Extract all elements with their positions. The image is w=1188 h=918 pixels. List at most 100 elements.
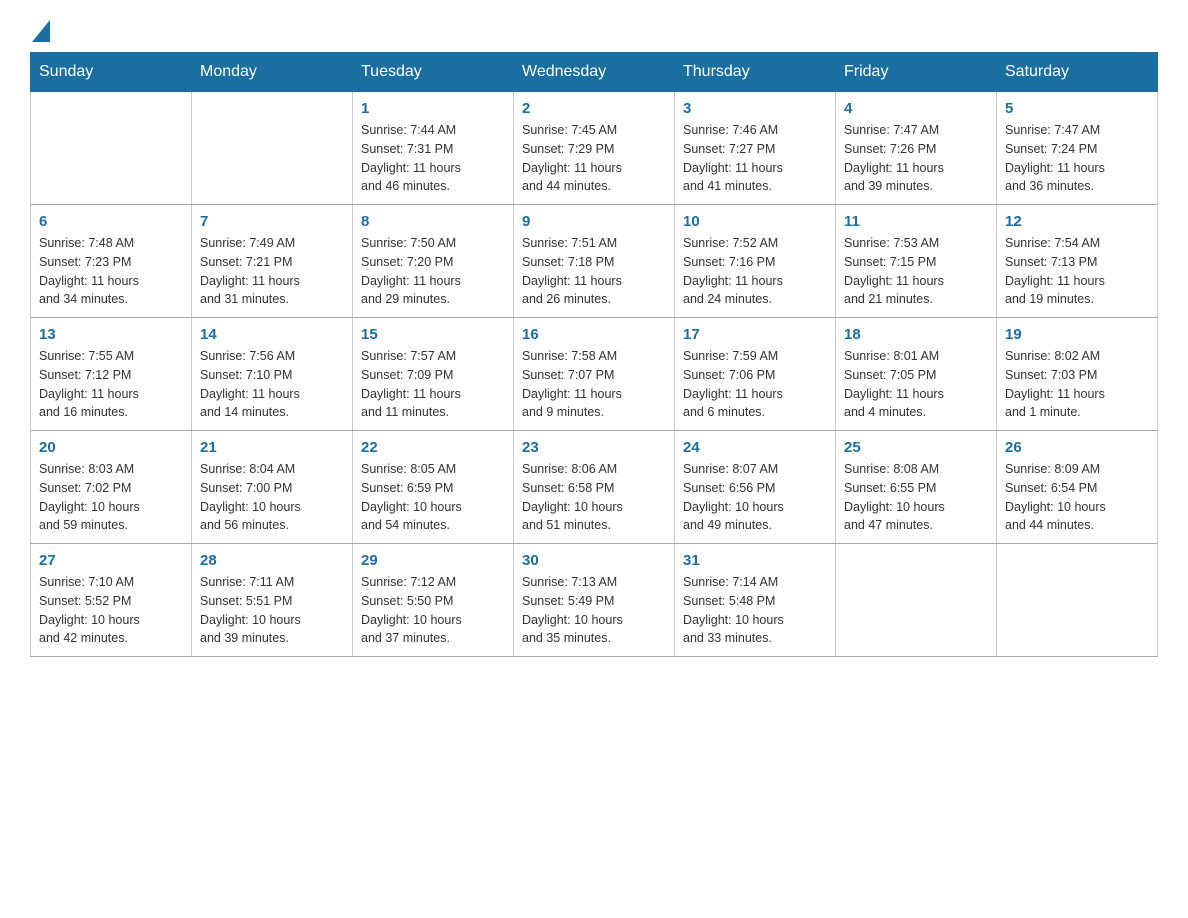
calendar-cell-w1-d0: 6 Sunrise: 7:48 AMSunset: 7:23 PMDaylight… xyxy=(31,205,192,318)
day-number: 28 xyxy=(200,552,344,569)
calendar-cell-w3-d3: 23 Sunrise: 8:06 AMSunset: 6:58 PMDayligh… xyxy=(514,431,675,544)
calendar-cell-w2-d2: 15Sunrise: 7:57 AMSunset: 7:09 PMDayligh… xyxy=(353,318,514,431)
calendar-row-1: 6 Sunrise: 7:48 AMSunset: 7:23 PMDaylight… xyxy=(31,205,1158,318)
logo xyxy=(30,20,52,42)
calendar-cell-w1-d2: 8 Sunrise: 7:50 AMSunset: 7:20 PMDaylight… xyxy=(353,205,514,318)
day-number: 9 xyxy=(522,213,666,230)
day-number: 1 xyxy=(361,100,505,117)
day-info: Sunrise: 7:44 AMSunset: 7:31 PMDaylight:… xyxy=(361,121,505,196)
calendar-cell-w2-d5: 18 Sunrise: 8:01 AMSunset: 7:05 PMDayligh… xyxy=(836,318,997,431)
day-number: 30 xyxy=(522,552,666,569)
day-number: 23 xyxy=(522,439,666,456)
calendar-cell-w0-d1 xyxy=(192,92,353,205)
day-number: 6 xyxy=(39,213,183,230)
day-number: 5 xyxy=(1005,100,1149,117)
day-info: Sunrise: 7:54 AMSunset: 7:13 PMDaylight:… xyxy=(1005,234,1149,309)
day-number: 4 xyxy=(844,100,988,117)
calendar-cell-w4-d6 xyxy=(997,544,1158,657)
day-number: 14 xyxy=(200,326,344,343)
header-saturday: Saturday xyxy=(997,53,1158,92)
calendar-cell-w4-d0: 27 Sunrise: 7:10 AMSunset: 5:52 PMDayligh… xyxy=(31,544,192,657)
page-header xyxy=(30,20,1158,42)
calendar-cell-w3-d4: 24 Sunrise: 8:07 AMSunset: 6:56 PMDayligh… xyxy=(675,431,836,544)
calendar-cell-w2-d6: 19 Sunrise: 8:02 AMSunset: 7:03 PMDayligh… xyxy=(997,318,1158,431)
day-info: Sunrise: 7:52 AMSunset: 7:16 PMDaylight:… xyxy=(683,234,827,309)
calendar-table: Sunday Monday Tuesday Wednesday Thursday… xyxy=(30,52,1158,657)
calendar-cell-w1-d3: 9 Sunrise: 7:51 AMSunset: 7:18 PMDaylight… xyxy=(514,205,675,318)
day-number: 11 xyxy=(844,213,988,230)
day-number: 29 xyxy=(361,552,505,569)
day-info: Sunrise: 8:01 AMSunset: 7:05 PMDaylight:… xyxy=(844,347,988,422)
day-info: Sunrise: 7:47 AMSunset: 7:24 PMDaylight:… xyxy=(1005,121,1149,196)
day-number: 16 xyxy=(522,326,666,343)
day-info: Sunrise: 8:03 AMSunset: 7:02 PMDaylight:… xyxy=(39,460,183,535)
day-info: Sunrise: 7:56 AMSunset: 7:10 PMDaylight:… xyxy=(200,347,344,422)
day-info: Sunrise: 8:04 AMSunset: 7:00 PMDaylight:… xyxy=(200,460,344,535)
calendar-cell-w1-d1: 7Sunrise: 7:49 AMSunset: 7:21 PMDaylight… xyxy=(192,205,353,318)
day-info: Sunrise: 7:58 AMSunset: 7:07 PMDaylight:… xyxy=(522,347,666,422)
day-number: 8 xyxy=(361,213,505,230)
day-info: Sunrise: 7:51 AMSunset: 7:18 PMDaylight:… xyxy=(522,234,666,309)
day-info: Sunrise: 7:46 AMSunset: 7:27 PMDaylight:… xyxy=(683,121,827,196)
calendar-cell-w2-d3: 16 Sunrise: 7:58 AMSunset: 7:07 PMDayligh… xyxy=(514,318,675,431)
day-info: Sunrise: 7:12 AMSunset: 5:50 PMDaylight:… xyxy=(361,573,505,648)
day-number: 31 xyxy=(683,552,827,569)
calendar-cell-w4-d3: 30Sunrise: 7:13 AMSunset: 5:49 PMDayligh… xyxy=(514,544,675,657)
day-info: Sunrise: 7:53 AMSunset: 7:15 PMDaylight:… xyxy=(844,234,988,309)
day-info: Sunrise: 7:48 AMSunset: 7:23 PMDaylight:… xyxy=(39,234,183,309)
calendar-row-3: 20Sunrise: 8:03 AMSunset: 7:02 PMDayligh… xyxy=(31,431,1158,544)
day-info: Sunrise: 7:14 AMSunset: 5:48 PMDaylight:… xyxy=(683,573,827,648)
day-info: Sunrise: 7:50 AMSunset: 7:20 PMDaylight:… xyxy=(361,234,505,309)
calendar-row-2: 13 Sunrise: 7:55 AMSunset: 7:12 PMDayligh… xyxy=(31,318,1158,431)
day-info: Sunrise: 7:11 AMSunset: 5:51 PMDaylight:… xyxy=(200,573,344,648)
day-info: Sunrise: 7:10 AMSunset: 5:52 PMDaylight:… xyxy=(39,573,183,648)
day-info: Sunrise: 8:02 AMSunset: 7:03 PMDaylight:… xyxy=(1005,347,1149,422)
header-thursday: Thursday xyxy=(675,53,836,92)
calendar-cell-w2-d4: 17Sunrise: 7:59 AMSunset: 7:06 PMDayligh… xyxy=(675,318,836,431)
calendar-cell-w0-d5: 4 Sunrise: 7:47 AMSunset: 7:26 PMDaylight… xyxy=(836,92,997,205)
header-tuesday: Tuesday xyxy=(353,53,514,92)
day-info: Sunrise: 8:08 AMSunset: 6:55 PMDaylight:… xyxy=(844,460,988,535)
calendar-cell-w4-d4: 31 Sunrise: 7:14 AMSunset: 5:48 PMDayligh… xyxy=(675,544,836,657)
day-number: 13 xyxy=(39,326,183,343)
day-number: 21 xyxy=(200,439,344,456)
calendar-cell-w1-d5: 11 Sunrise: 7:53 AMSunset: 7:15 PMDayligh… xyxy=(836,205,997,318)
day-info: Sunrise: 7:55 AMSunset: 7:12 PMDaylight:… xyxy=(39,347,183,422)
calendar-cell-w1-d6: 12 Sunrise: 7:54 AMSunset: 7:13 PMDayligh… xyxy=(997,205,1158,318)
calendar-cell-w0-d4: 3Sunrise: 7:46 AMSunset: 7:27 PMDaylight… xyxy=(675,92,836,205)
day-info: Sunrise: 7:59 AMSunset: 7:06 PMDaylight:… xyxy=(683,347,827,422)
calendar-cell-w3-d0: 20Sunrise: 8:03 AMSunset: 7:02 PMDayligh… xyxy=(31,431,192,544)
day-number: 10 xyxy=(683,213,827,230)
calendar-cell-w3-d1: 21 Sunrise: 8:04 AMSunset: 7:00 PMDayligh… xyxy=(192,431,353,544)
day-info: Sunrise: 8:06 AMSunset: 6:58 PMDaylight:… xyxy=(522,460,666,535)
day-number: 25 xyxy=(844,439,988,456)
calendar-cell-w4-d1: 28 Sunrise: 7:11 AMSunset: 5:51 PMDayligh… xyxy=(192,544,353,657)
header-monday: Monday xyxy=(192,53,353,92)
calendar-cell-w2-d1: 14 Sunrise: 7:56 AMSunset: 7:10 PMDayligh… xyxy=(192,318,353,431)
day-number: 19 xyxy=(1005,326,1149,343)
calendar-cell-w4-d2: 29 Sunrise: 7:12 AMSunset: 5:50 PMDayligh… xyxy=(353,544,514,657)
calendar-cell-w0-d2: 1 Sunrise: 7:44 AMSunset: 7:31 PMDaylight… xyxy=(353,92,514,205)
day-info: Sunrise: 8:07 AMSunset: 6:56 PMDaylight:… xyxy=(683,460,827,535)
day-info: Sunrise: 8:09 AMSunset: 6:54 PMDaylight:… xyxy=(1005,460,1149,535)
day-number: 2 xyxy=(522,100,666,117)
day-number: 18 xyxy=(844,326,988,343)
day-number: 15 xyxy=(361,326,505,343)
calendar-cell-w4-d5 xyxy=(836,544,997,657)
calendar-row-4: 27 Sunrise: 7:10 AMSunset: 5:52 PMDayligh… xyxy=(31,544,1158,657)
day-number: 22 xyxy=(361,439,505,456)
day-number: 27 xyxy=(39,552,183,569)
day-info: Sunrise: 8:05 AMSunset: 6:59 PMDaylight:… xyxy=(361,460,505,535)
calendar-cell-w3-d2: 22 Sunrise: 8:05 AMSunset: 6:59 PMDayligh… xyxy=(353,431,514,544)
calendar-row-0: 1 Sunrise: 7:44 AMSunset: 7:31 PMDaylight… xyxy=(31,92,1158,205)
day-number: 12 xyxy=(1005,213,1149,230)
day-info: Sunrise: 7:49 AMSunset: 7:21 PMDaylight:… xyxy=(200,234,344,309)
calendar-cell-w0-d3: 2Sunrise: 7:45 AMSunset: 7:29 PMDaylight… xyxy=(514,92,675,205)
day-info: Sunrise: 7:47 AMSunset: 7:26 PMDaylight:… xyxy=(844,121,988,196)
logo-triangle-icon xyxy=(30,20,52,42)
calendar-cell-w3-d5: 25 Sunrise: 8:08 AMSunset: 6:55 PMDayligh… xyxy=(836,431,997,544)
day-number: 24 xyxy=(683,439,827,456)
header-sunday: Sunday xyxy=(31,53,192,92)
calendar-cell-w0-d0 xyxy=(31,92,192,205)
calendar-cell-w0-d6: 5 Sunrise: 7:47 AMSunset: 7:24 PMDaylight… xyxy=(997,92,1158,205)
